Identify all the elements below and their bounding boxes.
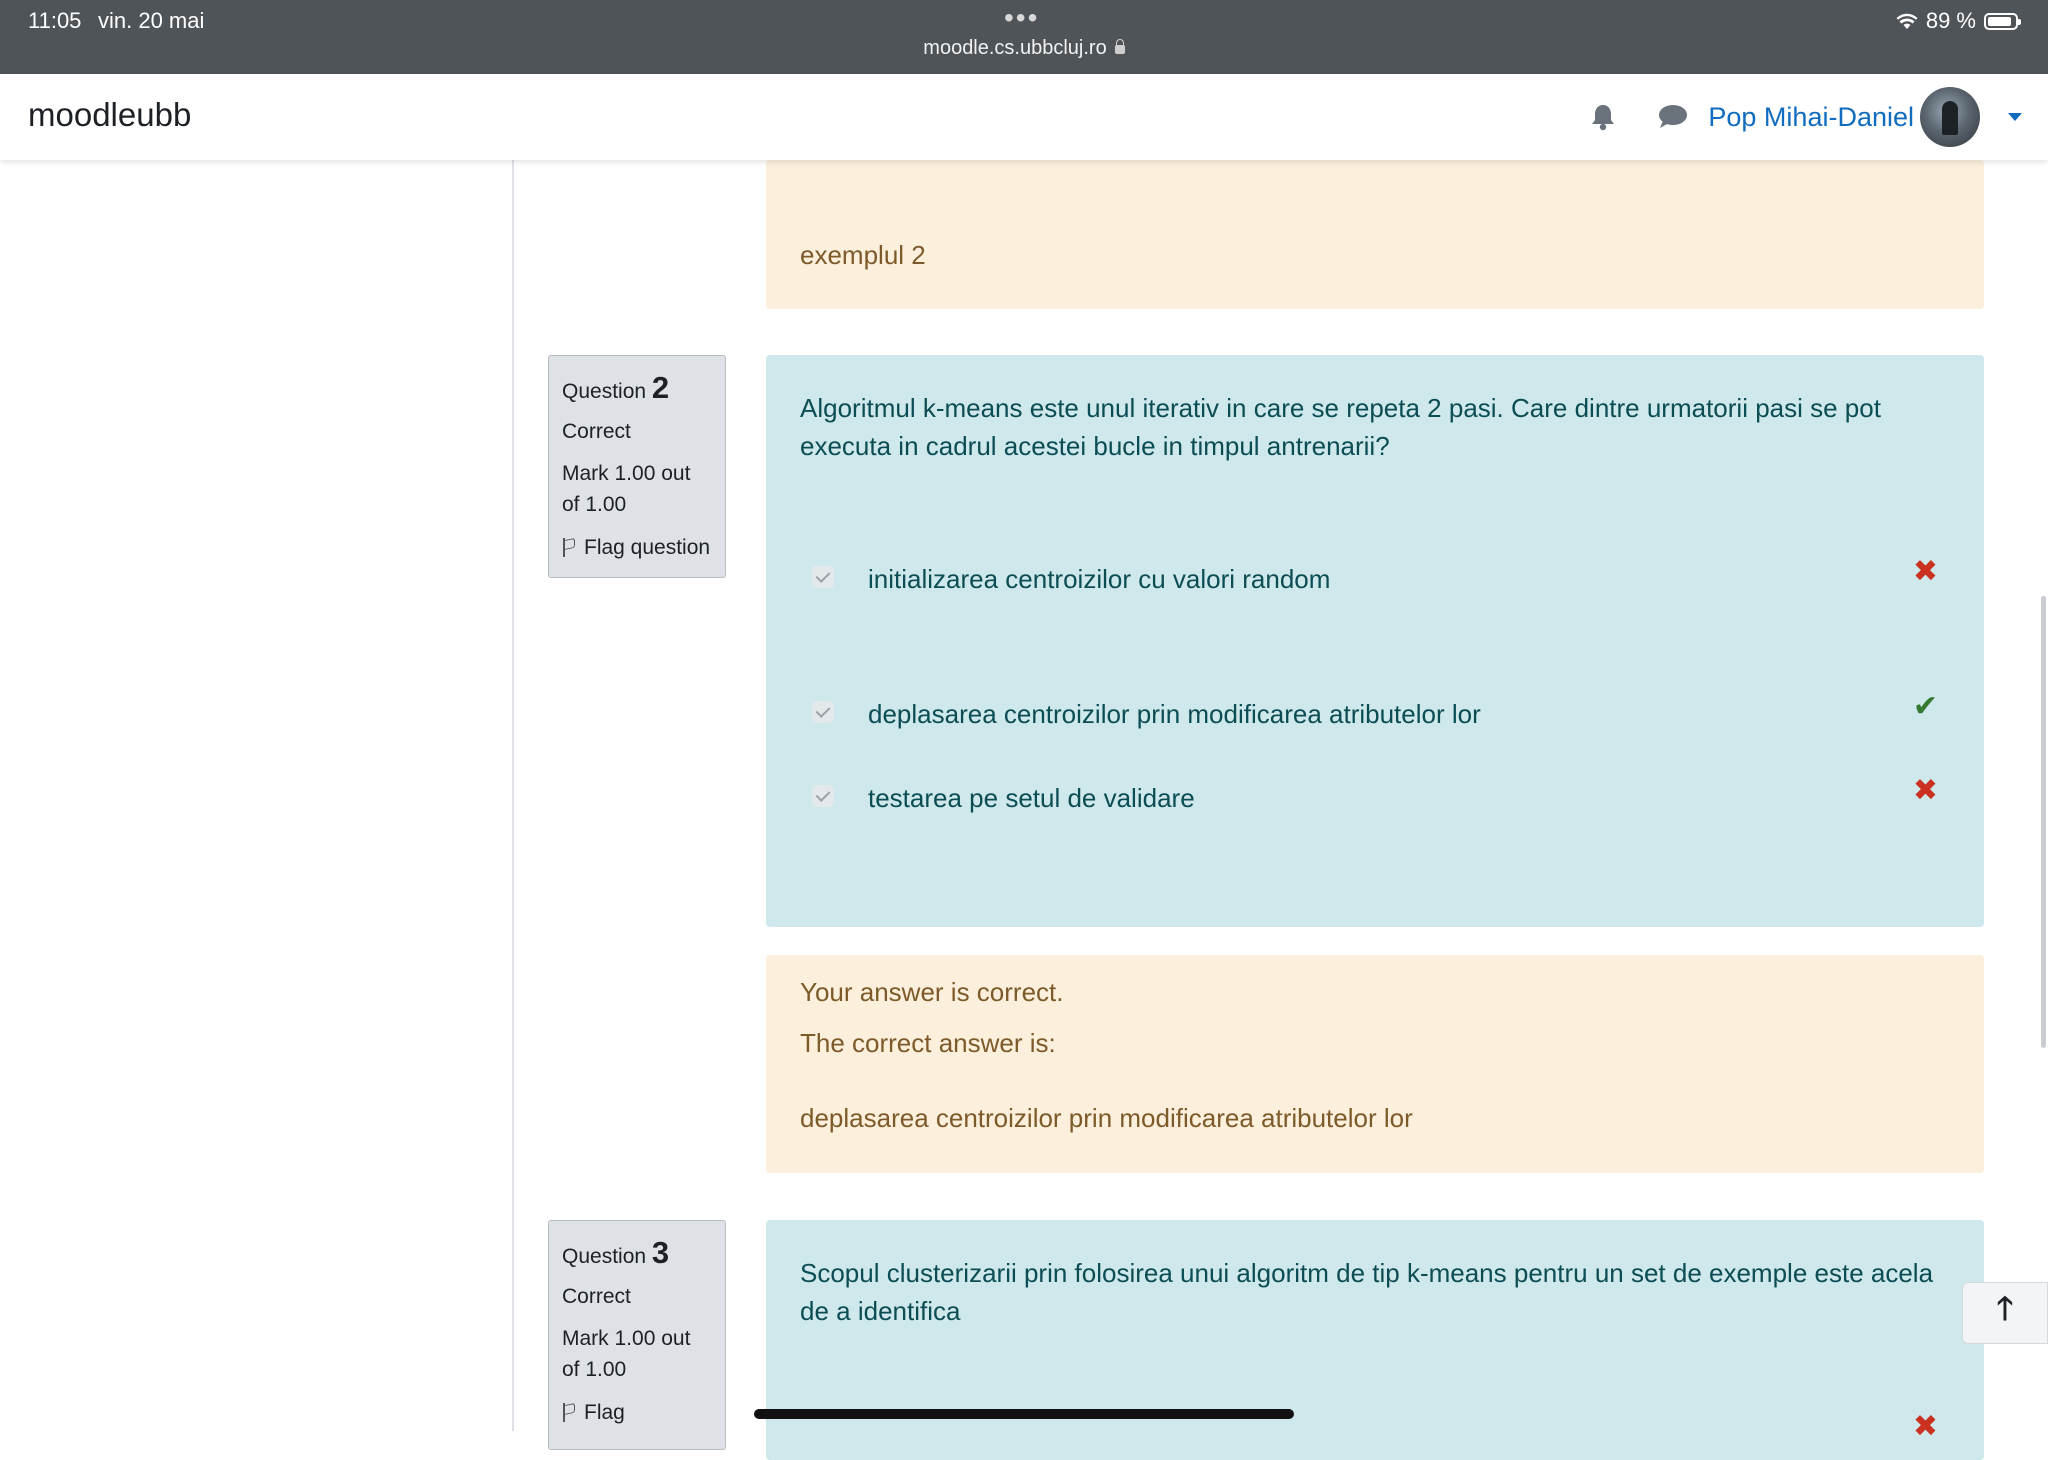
- answer-label: testarea pe setul de validare: [868, 783, 1195, 813]
- answer-checkbox[interactable]: [812, 785, 834, 807]
- user-menu-toggle[interactable]: [1920, 87, 2022, 147]
- question-state: Correct: [562, 420, 631, 443]
- ios-status-bar: 11:05 vin. 20 mai ••• moodle.cs.ubbcluj.…: [0, 0, 2048, 74]
- flag-icon: [562, 1402, 578, 1422]
- answer-option: initializarea centroizilor cu valori ran…: [812, 555, 1938, 598]
- wifi-icon: [1896, 13, 1918, 29]
- flag-question-button[interactable]: Flag question: [562, 532, 712, 563]
- flag-icon: [562, 537, 578, 557]
- correct-check-icon: ✔: [1912, 690, 1938, 723]
- battery-percent: 89 %: [1925, 8, 1976, 33]
- status-date: vin. 20 mai: [98, 8, 205, 33]
- flag-label: Flag: [584, 1401, 625, 1424]
- status-indicators: 89 %: [1896, 8, 2021, 34]
- scrollbar[interactable]: [2041, 596, 2046, 1048]
- question-3-formulation: Scopul clusterizarii prin folosirea unui…: [766, 1220, 1984, 1460]
- question-state: Correct: [562, 1285, 631, 1308]
- question-text: Scopul clusterizarii prin folosirea unui…: [800, 1258, 1934, 1326]
- bell-icon[interactable]: [1590, 103, 1616, 131]
- top-navbar: moodleubb Pop Mihai-Daniel: [0, 74, 2048, 160]
- correct-answer: deplasarea centroizilor prin modificarea…: [800, 1103, 1413, 1133]
- answer-label: initializarea centroizilor cu valori ran…: [868, 564, 1331, 594]
- column-divider: [512, 160, 514, 1431]
- question-grade: Mark 1.00 out of 1.00: [562, 462, 691, 516]
- answer-checkbox[interactable]: [812, 701, 834, 723]
- previous-right-answer: exemplul 2: [800, 240, 926, 270]
- flag-question-button[interactable]: Flag: [562, 1397, 712, 1428]
- lock-icon: [1114, 39, 1125, 54]
- question-grade: Mark 1.00 out of 1.00: [562, 1327, 691, 1381]
- chevron-down-icon[interactable]: [2008, 113, 2022, 121]
- answer-option: deplasarea centroizilor prin modificarea…: [812, 690, 1938, 733]
- feedback-state: Your answer is correct.: [800, 977, 1064, 1007]
- question-number: Question 3: [562, 1235, 670, 1270]
- question-2-feedback: Your answer is correct. The correct answ…: [766, 955, 1984, 1173]
- answer-checkbox[interactable]: [812, 566, 834, 588]
- back-to-top-button[interactable]: 🡑: [1962, 1282, 2048, 1344]
- url-text: moodle.cs.ubbcluj.ro: [923, 37, 1107, 59]
- question-2-info: Question 2 Correct Mark 1.00 out of 1.00…: [548, 355, 726, 578]
- question-text: Algoritmul k-means este unul iterativ in…: [800, 393, 1881, 461]
- avatar[interactable]: [1920, 87, 1980, 147]
- more-dots-icon[interactable]: •••: [1004, 2, 1039, 34]
- address-bar[interactable]: moodle.cs.ubbcluj.ro: [0, 37, 2048, 60]
- messages-icon[interactable]: [1658, 104, 1688, 130]
- question-3-info: Question 3 Correct Mark 1.00 out of 1.00…: [548, 1220, 726, 1450]
- incorrect-icon: ✖: [1912, 774, 1938, 807]
- incorrect-icon: ✖: [1912, 555, 1938, 588]
- question-2-formulation: Algoritmul k-means este unul iterativ in…: [766, 355, 1984, 927]
- arrow-up-icon: 🡑: [1996, 1290, 2014, 1326]
- user-menu-area: Pop Mihai-Daniel: [1590, 84, 2022, 150]
- site-brand[interactable]: moodleubb: [28, 96, 191, 134]
- user-name[interactable]: Pop Mihai-Daniel: [1708, 102, 1914, 133]
- previous-question-feedback: exemplul 2: [766, 160, 1984, 309]
- flag-label: Flag question: [584, 536, 711, 559]
- answer-option: testarea pe setul de validare ✖: [812, 774, 1938, 817]
- correct-answer-label: The correct answer is:: [800, 1028, 1056, 1058]
- home-indicator: [754, 1409, 1294, 1419]
- incorrect-icon: ✖: [1912, 1410, 1938, 1443]
- answer-label: deplasarea centroizilor prin modificarea…: [868, 699, 1481, 729]
- question-number: Question 2: [562, 370, 670, 405]
- battery-icon: [1984, 12, 2021, 30]
- status-time: 11:05: [28, 8, 82, 33]
